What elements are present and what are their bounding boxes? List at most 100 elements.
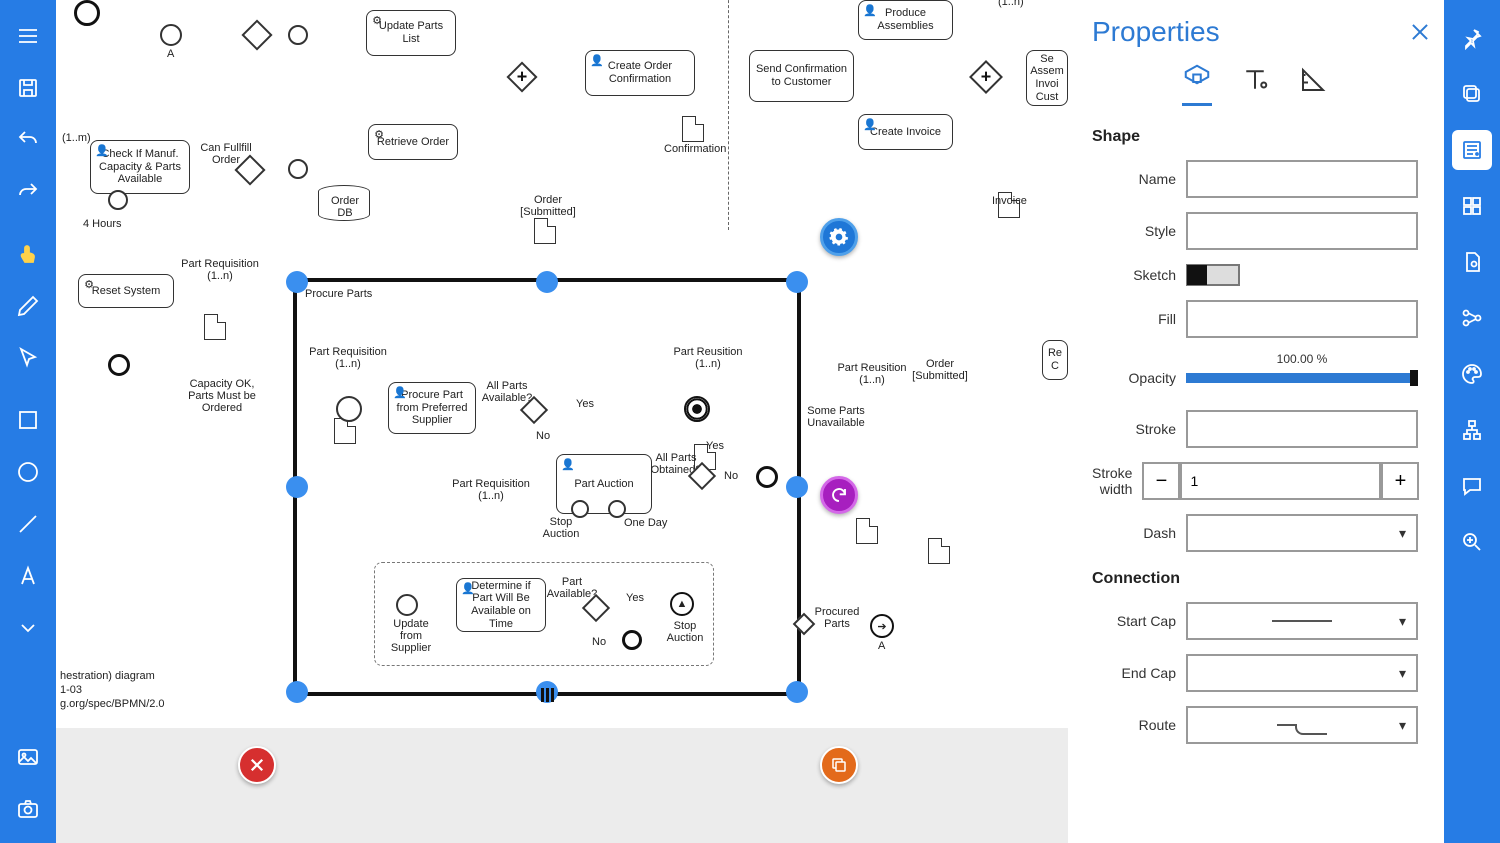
footer-line: hestration) diagram [60, 670, 155, 682]
camera-icon[interactable] [10, 791, 46, 827]
doc-reu[interactable] [856, 518, 878, 544]
decrement-button[interactable]: − [1142, 462, 1180, 500]
event-signal[interactable]: ▲ [670, 592, 694, 616]
selection-handle[interactable] [286, 271, 308, 293]
timer-event[interactable] [108, 190, 128, 210]
task-partial[interactable]: Re C [1042, 340, 1068, 380]
doc-req[interactable] [334, 418, 356, 444]
event-node[interactable] [288, 25, 308, 45]
properties-panel-icon[interactable] [1452, 130, 1492, 170]
refresh-floating-button[interactable] [820, 476, 858, 514]
sketch-toggle[interactable] [1186, 264, 1240, 286]
selection-handle[interactable] [286, 681, 308, 703]
task-check-capacity[interactable]: 👤Check If Manuf. Capacity & Parts Availa… [90, 140, 190, 194]
doc-confirmation[interactable] [682, 116, 704, 142]
message-event[interactable] [396, 594, 418, 616]
gear-floating-button[interactable] [820, 218, 858, 256]
resize-grip[interactable] [537, 688, 557, 702]
grid-icon[interactable] [1452, 186, 1492, 226]
event-node[interactable] [160, 24, 182, 46]
dash-select[interactable] [1186, 514, 1418, 552]
circle-icon[interactable] [10, 454, 46, 490]
task-create-invoice[interactable]: 👤Create Invoice [858, 114, 953, 150]
rectangle-icon[interactable] [10, 402, 46, 438]
event-end[interactable] [622, 630, 642, 650]
selection-handle[interactable] [286, 476, 308, 498]
opacity-slider[interactable] [1186, 373, 1418, 383]
close-icon[interactable] [1408, 20, 1432, 44]
event-end[interactable] [756, 466, 778, 488]
stroke-swatch[interactable] [1186, 410, 1418, 448]
label: Order DB [328, 195, 362, 219]
gateway-parallel[interactable] [506, 61, 537, 92]
doc-req[interactable] [204, 314, 226, 340]
name-field[interactable] [1186, 160, 1418, 198]
increment-button[interactable]: + [1381, 462, 1419, 500]
event-start[interactable] [336, 396, 362, 422]
task-retrieve[interactable]: ⚙Retrieve Order [368, 124, 458, 160]
menu-icon[interactable] [10, 18, 46, 54]
layers-icon[interactable] [1452, 74, 1492, 114]
selection-handle[interactable] [786, 681, 808, 703]
undo-icon[interactable] [10, 122, 46, 158]
task-procure-pref[interactable]: 👤Procure Part from Preferred Supplier [388, 382, 476, 434]
endcap-select[interactable] [1186, 654, 1418, 692]
task-determine[interactable]: 👤Determine if Part Will Be Available on … [456, 578, 546, 632]
label: Invoice [992, 195, 1027, 207]
diagram-canvas[interactable]: (1..n) A ⚙Update Parts List 👤Create Orde… [56, 0, 1068, 843]
touch-icon[interactable] [10, 236, 46, 272]
doc-order[interactable] [534, 218, 556, 244]
selection-handle[interactable] [786, 271, 808, 293]
tab-geometry[interactable] [1298, 65, 1328, 106]
event-node[interactable] [74, 0, 100, 26]
boundary-event[interactable] [608, 500, 626, 518]
style-field[interactable] [1186, 212, 1418, 250]
delete-button[interactable] [238, 746, 276, 784]
task-update-parts[interactable]: ⚙Update Parts List [366, 10, 456, 56]
left-toolbar [0, 0, 56, 843]
tab-text[interactable] [1240, 65, 1270, 106]
task-reset[interactable]: ⚙Reset System [78, 274, 174, 308]
more-icon[interactable] [10, 610, 46, 646]
zoom-icon[interactable] [1452, 522, 1492, 562]
doc-order[interactable] [928, 538, 950, 564]
save-icon[interactable] [10, 70, 46, 106]
diagram-layer: (1..n) A ⚙Update Parts List 👤Create Orde… [56, 0, 1068, 728]
text-icon[interactable] [10, 558, 46, 594]
gateway[interactable] [241, 19, 272, 50]
route-select[interactable] [1186, 706, 1418, 744]
palette-icon[interactable] [1452, 354, 1492, 394]
task-partial[interactable]: Se Assem Invoi Cust [1026, 50, 1068, 106]
stroke-width-field[interactable] [1180, 462, 1381, 500]
pin-icon[interactable] [1452, 18, 1492, 58]
task-send-conf[interactable]: Send Confirmation to Customer [749, 50, 854, 102]
task-auction[interactable]: 👤Part Auction [556, 454, 652, 514]
task-produce-assy[interactable]: 👤Produce Assemblies [858, 0, 953, 40]
selection-handle[interactable] [786, 476, 808, 498]
gateway-parallel[interactable] [969, 60, 1003, 94]
label: Yes [626, 592, 644, 604]
section-shape: Shape [1092, 128, 1418, 146]
tab-shape[interactable] [1182, 62, 1212, 106]
link-throw[interactable]: ➔ [870, 614, 894, 638]
event-node[interactable] [288, 159, 308, 179]
image-icon[interactable] [10, 739, 46, 775]
startcap-select[interactable] [1186, 602, 1418, 640]
label: Confirmation [664, 143, 726, 155]
pen-icon[interactable] [10, 288, 46, 324]
line-icon[interactable] [10, 506, 46, 542]
comment-icon[interactable] [1452, 466, 1492, 506]
event-end[interactable] [108, 354, 130, 376]
page-settings-icon[interactable] [1452, 242, 1492, 282]
redo-icon[interactable] [10, 174, 46, 210]
pointer-icon[interactable] [10, 340, 46, 376]
label: No [592, 636, 606, 648]
outline-icon[interactable] [1452, 410, 1492, 450]
connections-icon[interactable] [1452, 298, 1492, 338]
label: Yes [706, 440, 724, 452]
fill-swatch[interactable] [1186, 300, 1418, 338]
event-terminate[interactable] [684, 396, 710, 422]
selection-handle[interactable] [536, 271, 558, 293]
copy-button[interactable] [820, 746, 858, 784]
task-create-order-conf[interactable]: 👤Create Order Confirmation [585, 50, 695, 96]
